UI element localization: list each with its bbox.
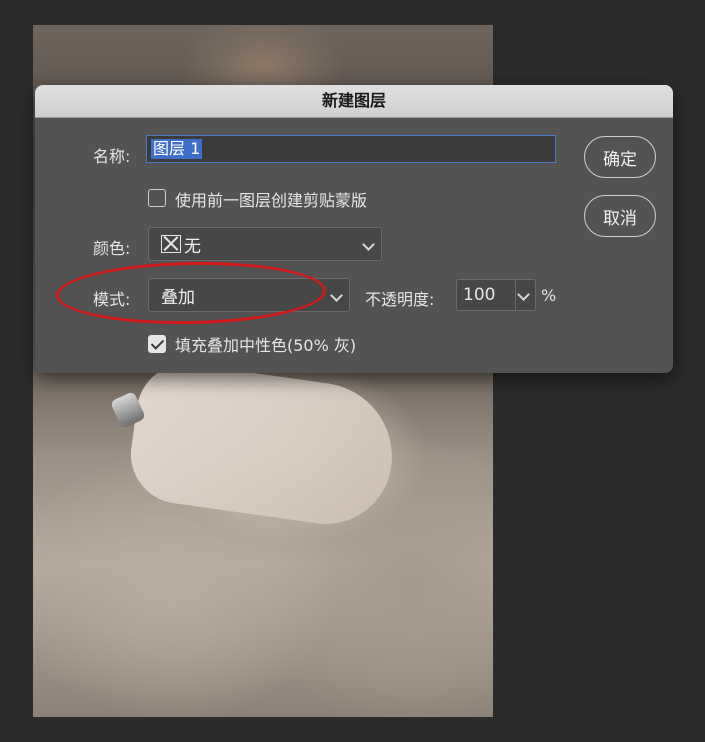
- dialog-title: 新建图层: [35, 85, 673, 118]
- blend-mode-select[interactable]: 叠加: [148, 278, 350, 312]
- color-label: 颜色:: [93, 239, 131, 258]
- layer-name-value: 图层 1: [151, 139, 203, 159]
- mode-label: 模式:: [93, 290, 131, 309]
- photo-hand: [124, 357, 402, 533]
- chevron-down-icon: [330, 289, 343, 302]
- opacity-input[interactable]: 100: [456, 279, 536, 311]
- clip-mask-checkbox[interactable]: [148, 189, 166, 207]
- name-label: 名称:: [93, 147, 131, 166]
- ok-button[interactable]: 确定: [584, 136, 656, 178]
- no-color-icon: [161, 235, 181, 253]
- color-select[interactable]: 无: [148, 227, 382, 261]
- chevron-down-icon[interactable]: [517, 288, 530, 301]
- cancel-button[interactable]: 取消: [584, 195, 656, 237]
- opacity-unit: %: [541, 286, 557, 305]
- fill-neutral-checkbox[interactable]: [148, 335, 166, 353]
- color-value: 无: [184, 236, 201, 257]
- opacity-label: 不透明度:: [365, 290, 435, 309]
- clip-mask-label: 使用前一图层创建剪贴蒙版: [175, 191, 368, 210]
- layer-name-input[interactable]: 图层 1: [146, 135, 556, 163]
- new-layer-dialog: 新建图层 名称: 图层 1 使用前一图层创建剪贴蒙版 颜色: 无 模式: 叠加 …: [35, 85, 673, 373]
- opacity-value: 100: [463, 285, 496, 305]
- fill-neutral-label: 填充叠加中性色(50% 灰): [175, 336, 357, 355]
- chevron-down-icon: [362, 238, 375, 251]
- blend-mode-value: 叠加: [161, 287, 195, 308]
